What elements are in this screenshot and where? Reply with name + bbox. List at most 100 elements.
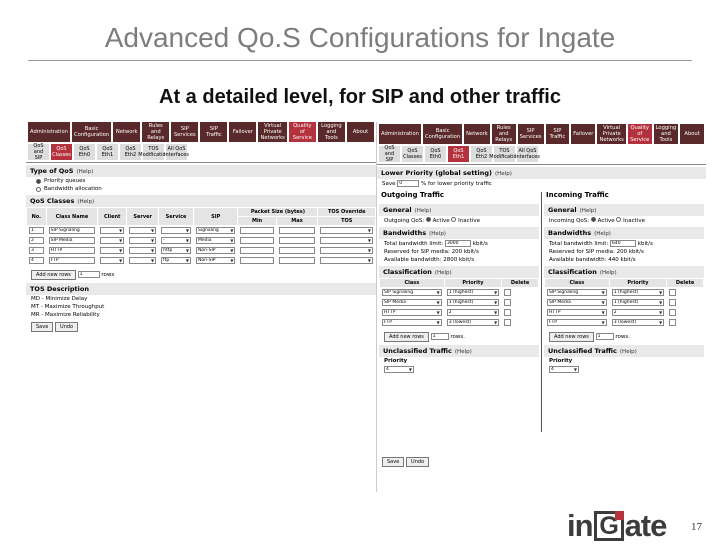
subtab-qos-and-sip[interactable]: QoS and SIP	[379, 145, 400, 163]
subtab-qos-eth0[interactable]: QoS Eth0	[74, 144, 95, 160]
nav-tab-network[interactable]: Network	[464, 124, 490, 144]
subtab-qos-eth0[interactable]: QoS Eth0	[425, 146, 446, 162]
priority-select[interactable]: 3 (lowest) ▼	[611, 319, 665, 326]
help-link[interactable]: (Help)	[495, 171, 512, 177]
service-select[interactable]: ▼	[161, 227, 191, 234]
client-select[interactable]: ▼	[100, 257, 125, 264]
min-field[interactable]	[240, 227, 274, 234]
help-link[interactable]: (Help)	[600, 270, 617, 276]
service-select[interactable]: ftp ▼	[161, 257, 191, 264]
priority-select[interactable]: 1 (highest) ▼	[446, 299, 500, 306]
client-select[interactable]: ▼	[100, 247, 125, 254]
service-select[interactable]: - ▼	[161, 237, 191, 244]
min-field[interactable]	[240, 237, 274, 244]
nav-tab-basic-configuration[interactable]: Basic Configuration	[422, 124, 463, 144]
nav-tab-logging[interactable]: Logging and Tools	[317, 122, 345, 142]
class-name-field[interactable]: SIP Media	[48, 237, 96, 244]
unclassified-priority-select[interactable]: 4 ▼	[549, 366, 579, 373]
sip-select[interactable]: Signaling ▼	[196, 227, 236, 234]
nav-tab-sip-traffic[interactable]: SIP Traffic	[200, 122, 228, 142]
priority-select[interactable]: 2 ▼	[611, 309, 665, 316]
help-link[interactable]: (Help)	[620, 349, 637, 355]
help-link[interactable]: (Help)	[594, 231, 611, 237]
no-field[interactable]: 3	[29, 247, 44, 254]
unclassified-priority-select[interactable]: 4 ▼	[384, 366, 414, 373]
sip-select[interactable]: Media ▼	[196, 237, 236, 244]
radio-icon[interactable]	[616, 217, 622, 222]
no-field[interactable]: 1	[29, 227, 44, 234]
bandwidth-limit-input[interactable]: 640	[610, 240, 637, 247]
subtab-qos-classes[interactable]: QoS Classes	[51, 144, 72, 160]
nav-tab-administration[interactable]: Administration	[379, 124, 421, 144]
priority-select[interactable]: 2 ▼	[446, 309, 500, 316]
class-select[interactable]: SIP Signaling ▼	[382, 289, 442, 296]
tos-select[interactable]: ▼	[320, 227, 373, 234]
nav-tab-rules-relays[interactable]: Rules and Relays	[491, 124, 516, 144]
subtab-qos-eth1[interactable]: QoS Eth1	[97, 144, 118, 160]
radio-icon[interactable]	[590, 217, 596, 222]
class-name-field[interactable]: HTTP	[48, 247, 96, 254]
class-select[interactable]: FTP ▼	[382, 319, 442, 326]
server-select[interactable]: ▼	[129, 227, 157, 234]
help-link[interactable]: (Help)	[435, 270, 452, 276]
priority-select[interactable]: 1 (highest) ▼	[611, 299, 665, 306]
subtab-all-qos[interactable]: All QoS Interfaces	[164, 144, 189, 160]
max-field[interactable]	[278, 257, 316, 264]
nav-tab-vpn[interactable]: Virtual Private Networks	[597, 124, 626, 144]
delete-checkbox[interactable]	[669, 319, 677, 326]
nav-tab-sip-traffic[interactable]: SIP Traffic	[545, 124, 570, 144]
nav-tab-about[interactable]: About	[680, 124, 704, 144]
nav-tab-sip-services[interactable]: SIP Services	[171, 122, 199, 142]
help-link[interactable]: (Help)	[77, 199, 94, 205]
lower-priority-input[interactable]: 0	[397, 180, 420, 187]
class-select[interactable]: HTTP ▼	[382, 309, 442, 316]
subtab-qos-classes[interactable]: QoS Classes	[402, 146, 423, 162]
service-select[interactable]: http ▼	[161, 247, 191, 254]
priority-queues-option[interactable]: Priority queues	[26, 177, 376, 185]
radio-icon[interactable]	[451, 217, 457, 222]
no-field[interactable]: 4	[29, 257, 44, 264]
class-select[interactable]: SIP Signaling ▼	[547, 289, 607, 296]
client-select[interactable]: ▼	[100, 237, 125, 244]
delete-checkbox[interactable]	[669, 289, 677, 296]
delete-checkbox[interactable]	[504, 299, 512, 306]
class-select[interactable]: SIP Media ▼	[382, 299, 442, 306]
nav-tab-administration[interactable]: Administration	[28, 122, 70, 142]
radio-icon[interactable]	[36, 186, 41, 192]
subtab-tos-modification[interactable]: TOS Modification	[138, 144, 169, 160]
nav-tab-vpn[interactable]: Virtual Private Networks	[258, 122, 287, 142]
priority-select[interactable]: 1 (highest) ▼	[446, 289, 500, 296]
sip-select[interactable]: Non-SIP ▼	[196, 247, 236, 254]
max-field[interactable]	[278, 247, 316, 254]
nav-tab-sip-services[interactable]: SIP Services	[517, 124, 544, 144]
class-select[interactable]: FTP ▼	[547, 319, 607, 326]
nav-tab-quality-of-service[interactable]: Quality of Service	[627, 124, 652, 144]
subtab-all-qos[interactable]: All QoS Interfaces	[515, 146, 540, 162]
add-new-rows-button[interactable]: Add new rows	[384, 332, 429, 342]
nav-tab-basic-configuration[interactable]: Basic Configuration	[71, 122, 112, 142]
class-select[interactable]: HTTP ▼	[547, 309, 607, 316]
no-field[interactable]: 2	[29, 237, 44, 244]
add-rows-count[interactable]: 1	[595, 333, 614, 340]
nav-tab-rules-relays[interactable]: Rules and Relays	[142, 122, 170, 142]
max-field[interactable]	[278, 237, 316, 244]
class-name-field[interactable]: SIP Signaling	[48, 227, 96, 234]
client-select[interactable]: ▼	[100, 227, 125, 234]
nav-tab-failover[interactable]: Failover	[229, 122, 257, 142]
nav-tab-failover[interactable]: Failover	[571, 124, 596, 144]
help-link[interactable]: (Help)	[580, 208, 597, 214]
priority-select[interactable]: 1 (highest) ▼	[611, 289, 665, 296]
server-select[interactable]: ▼	[129, 257, 157, 264]
help-link[interactable]: (Help)	[455, 349, 472, 355]
help-link[interactable]: (Help)	[415, 208, 432, 214]
server-select[interactable]: ▼	[129, 247, 157, 254]
undo-button[interactable]: Undo	[406, 457, 430, 467]
save-button[interactable]: Save	[382, 457, 405, 467]
add-rows-count[interactable]: 1	[430, 333, 449, 340]
delete-checkbox[interactable]	[504, 309, 512, 316]
subtab-qos-and-sip[interactable]: QoS and SIP	[28, 143, 49, 161]
max-field[interactable]	[278, 227, 316, 234]
nav-tab-logging[interactable]: Logging and Tools	[653, 124, 679, 144]
delete-checkbox[interactable]	[669, 309, 677, 316]
radio-icon[interactable]	[425, 217, 431, 222]
